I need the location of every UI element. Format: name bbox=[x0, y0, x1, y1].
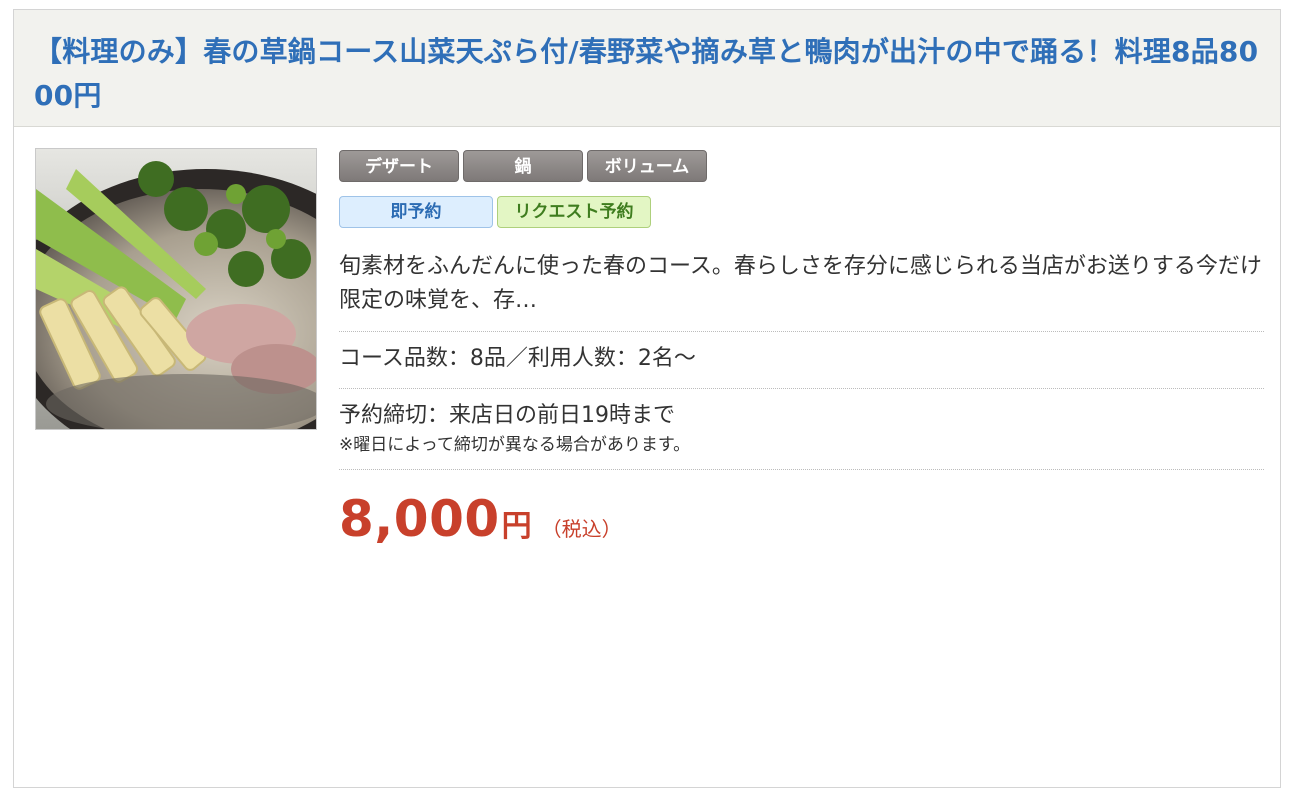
deadline-note: ※曜日によって締切が異なる場合があります。 bbox=[339, 435, 691, 455]
course-details: デザート 鍋 ボリューム 即予約 リクエスト予約 旬素材をふんだんに使った春のコ… bbox=[339, 150, 1264, 548]
instant-booking-badge: 即予約 bbox=[339, 196, 493, 228]
course-title[interactable]: 【料理のみ】春の草鍋コース山菜天ぷら付/春野菜や摘み草と鴨肉が出汁の中で踊る！料… bbox=[34, 30, 1262, 118]
hotpot-image bbox=[36, 149, 316, 429]
course-photo[interactable] bbox=[35, 148, 317, 430]
course-description: 旬素材をふんだんに使った春のコース。春らしさを存分に感じられる当店がお送りする今… bbox=[339, 250, 1264, 332]
course-count-info: コース品数：8品／利用人数：2名～ bbox=[339, 332, 1264, 389]
booking-types: 即予約 リクエスト予約 bbox=[339, 196, 1264, 228]
request-booking-badge: リクエスト予約 bbox=[497, 196, 651, 228]
course-card: 【料理のみ】春の草鍋コース山菜天ぷら付/春野菜や摘み草と鴨肉が出汁の中で踊る！料… bbox=[13, 9, 1281, 788]
tag-dessert: デザート bbox=[339, 150, 459, 182]
tag-nabe: 鍋 bbox=[463, 150, 583, 182]
feature-tags: デザート 鍋 ボリューム bbox=[339, 150, 1264, 182]
tag-volume: ボリューム bbox=[587, 150, 707, 182]
price-tax-label: （税込） bbox=[541, 517, 622, 541]
reservation-deadline: 予約締切：来店日の前日19時まで ※曜日によって締切が異なる場合があります。 bbox=[339, 389, 1264, 470]
course-price: 8,000 円 （税込） bbox=[339, 490, 1264, 548]
course-header: 【料理のみ】春の草鍋コース山菜天ぷら付/春野菜や摘み草と鴨肉が出汁の中で踊る！料… bbox=[14, 10, 1280, 127]
deadline-text: 予約締切：来店日の前日19時まで bbox=[339, 403, 675, 428]
price-amount: 8,000 bbox=[339, 490, 500, 548]
price-unit: 円 bbox=[501, 509, 532, 544]
